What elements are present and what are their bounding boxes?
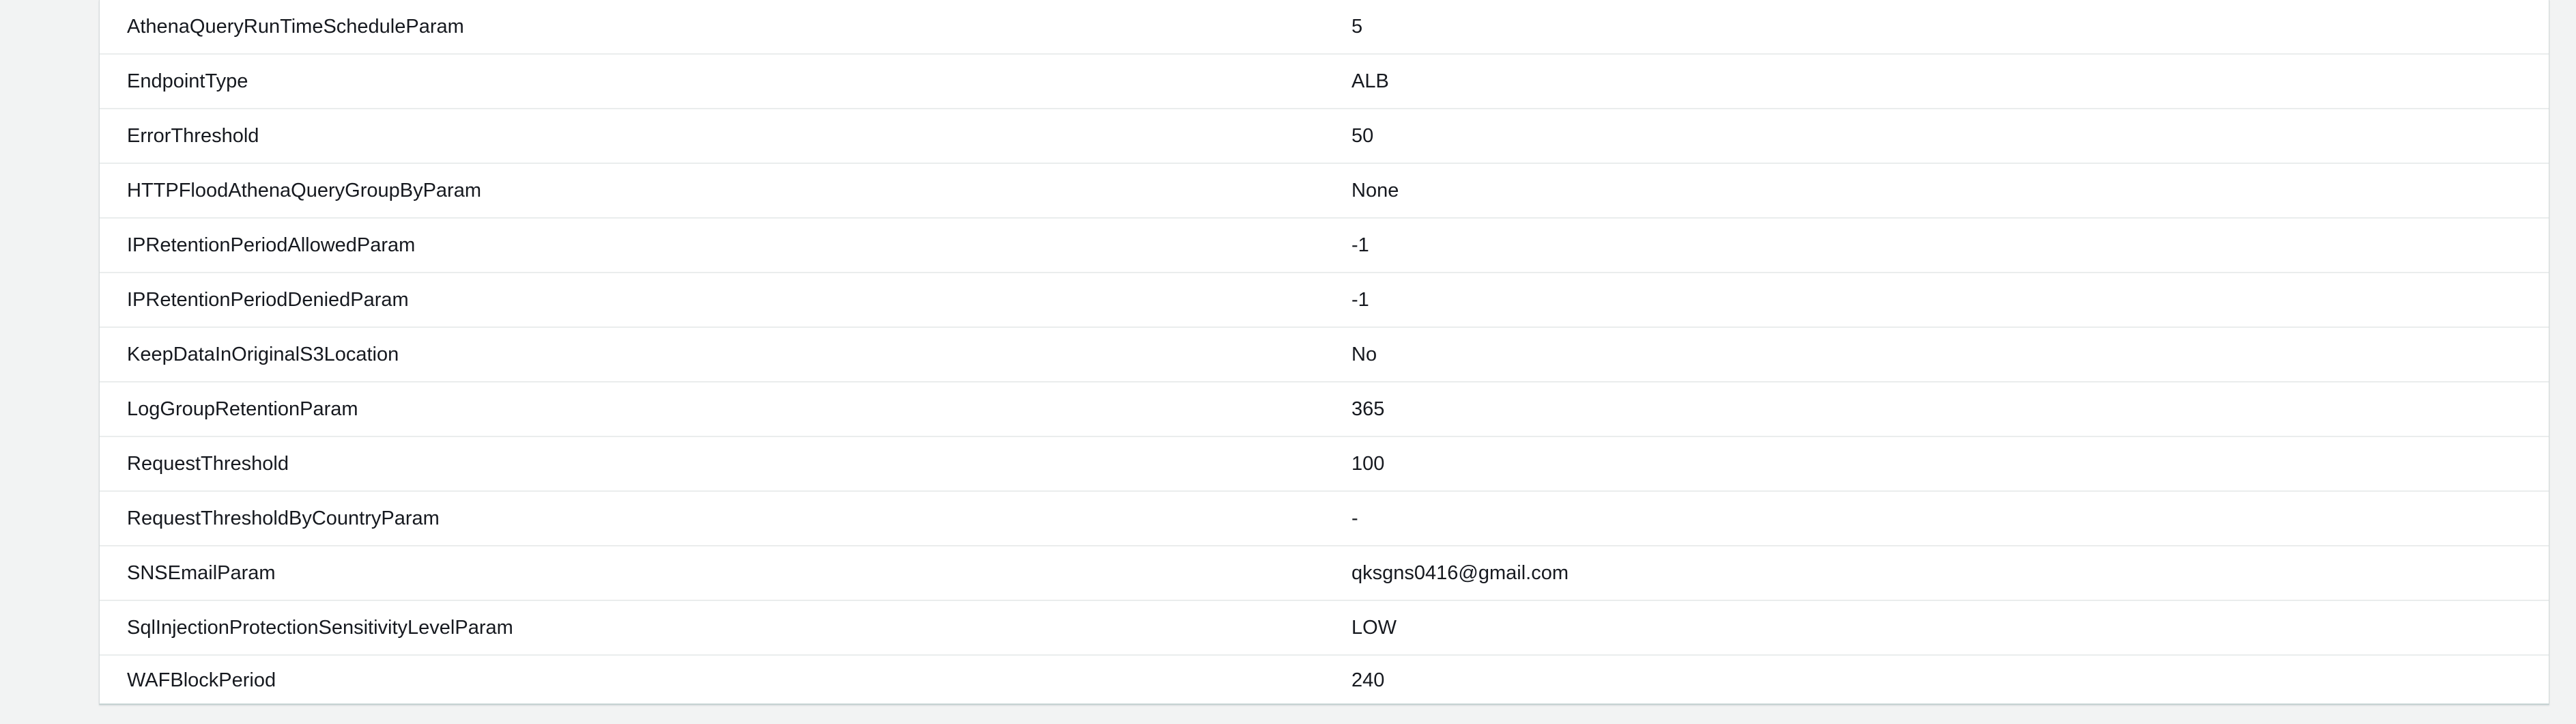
table-row: SqlInjectionProtectionSensitivityLevelPa… — [100, 601, 2549, 656]
parameter-key: ErrorThreshold — [127, 124, 259, 147]
parameter-key: IPRetentionPeriodDeniedParam — [127, 288, 409, 311]
parameter-value: None — [1351, 179, 1399, 201]
table-row: LogGroupRetentionParam 365 — [100, 382, 2549, 437]
table-row: KeepDataInOriginalS3Location No — [100, 328, 2549, 382]
parameter-key: RequestThresholdByCountryParam — [127, 507, 440, 529]
parameter-key: EndpointType — [127, 70, 248, 92]
parameter-value: 240 — [1351, 669, 1385, 691]
parameter-key: LogGroupRetentionParam — [127, 398, 358, 420]
parameter-key: IPRetentionPeriodAllowedParam — [127, 234, 416, 256]
table-row: EndpointType ALB — [100, 55, 2549, 109]
parameters-panel: AthenaQueryRunTimeScheduleParam 5 Endpoi… — [99, 0, 2549, 705]
parameter-key: HTTPFloodAthenaQueryGroupByParam — [127, 179, 481, 201]
table-row: IPRetentionPeriodAllowedParam -1 — [100, 219, 2549, 273]
parameter-key: KeepDataInOriginalS3Location — [127, 343, 399, 365]
table-row: RequestThresholdByCountryParam - — [100, 492, 2549, 546]
parameter-value: -1 — [1351, 288, 1369, 311]
parameter-value: qksgns0416@gmail.com — [1351, 561, 1569, 584]
table-row: WAFBlockPeriod 240 — [100, 656, 2549, 705]
parameter-value: 50 — [1351, 124, 1374, 147]
parameter-value: LOW — [1351, 616, 1397, 639]
parameter-value: - — [1351, 507, 1358, 529]
table-row: AthenaQueryRunTimeScheduleParam 5 — [100, 0, 2549, 55]
parameter-value: 100 — [1351, 452, 1385, 475]
parameter-value: No — [1351, 343, 1377, 365]
parameter-key: WAFBlockPeriod — [127, 669, 276, 691]
parameter-value: 5 — [1351, 15, 1363, 38]
parameters-table: AthenaQueryRunTimeScheduleParam 5 Endpoi… — [100, 0, 2549, 705]
table-row: SNSEmailParam qksgns0416@gmail.com — [100, 546, 2549, 601]
parameter-key: RequestThreshold — [127, 452, 289, 475]
parameter-key: SqlInjectionProtectionSensitivityLevelPa… — [127, 616, 513, 639]
parameter-value: -1 — [1351, 234, 1369, 256]
table-row: ErrorThreshold 50 — [100, 109, 2549, 164]
parameter-value: ALB — [1351, 70, 1389, 92]
parameter-value: 365 — [1351, 398, 1385, 420]
table-row: RequestThreshold 100 — [100, 437, 2549, 492]
parameter-key: SNSEmailParam — [127, 561, 276, 584]
parameter-key: AthenaQueryRunTimeScheduleParam — [127, 15, 464, 38]
table-row: HTTPFloodAthenaQueryGroupByParam None — [100, 164, 2549, 219]
table-row: IPRetentionPeriodDeniedParam -1 — [100, 273, 2549, 328]
